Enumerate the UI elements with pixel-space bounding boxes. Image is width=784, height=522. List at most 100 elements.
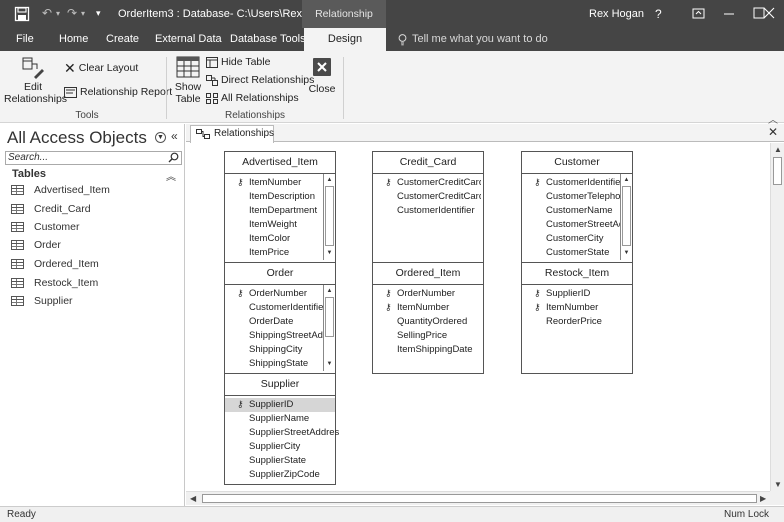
tell-me-search[interactable]: Tell me what you want to do [412,28,548,51]
field-item[interactable]: ItemDepartment [249,204,323,218]
scroll-thumb[interactable] [202,494,757,503]
table-box-credit-card[interactable]: Credit_Card ⚷ CustomerCreditCardN Custom… [372,151,484,263]
table-box-title[interactable]: Customer [522,152,632,174]
tab-file[interactable]: File [14,28,36,51]
scroll-down-icon[interactable]: ▼ [774,480,782,489]
field-item[interactable]: ReorderPrice [546,315,630,329]
table-box-customer[interactable]: Customer ⚷ CustomerIdentifie CustomerTel… [521,151,633,263]
field-item[interactable]: SupplierStreetAddres [249,426,339,440]
field-item[interactable]: ItemWeight [249,218,323,232]
ribbon-display-options-icon[interactable] [684,0,714,28]
section-collapse-icon[interactable]: ︽ [166,168,176,183]
field-item[interactable]: SupplierName [249,412,339,426]
tab-design[interactable]: Design [304,28,386,51]
field-item[interactable]: CustomerIdentifier [397,204,481,218]
all-relationships-button[interactable]: All Relationships [206,92,299,104]
nav-search-input[interactable]: Search... [5,151,182,165]
field-item[interactable]: ItemPrice [249,246,323,260]
field-item[interactable]: CustomerStreetAd [546,218,620,232]
relationships-canvas[interactable]: Advertised_Item ⚷ ItemNumber ItemDescrip… [186,143,770,491]
field-item[interactable]: CustomerIdentifie [546,176,620,190]
field-item[interactable]: CustomerCreditCardN [397,176,481,190]
field-item[interactable]: ItemColor [249,232,323,246]
nav-item-supplier[interactable]: Supplier [11,293,73,309]
vertical-scrollbar[interactable]: ▲ ▼ [770,143,784,491]
scroll-up-icon[interactable]: ▲ [774,145,782,154]
table-box-scrollbar[interactable]: ▲ ▼ [620,174,632,260]
field-item[interactable]: ItemNumber [546,301,630,315]
save-icon[interactable] [14,6,30,22]
search-icon[interactable] [168,152,179,163]
field-item[interactable]: CustomerName [546,204,620,218]
redo-icon[interactable]: ↷ [67,6,77,20]
table-box-supplier[interactable]: Supplier SupplierID ⚷ SupplierName Suppl… [224,373,339,485]
scroll-up-icon[interactable]: ▲ [622,175,631,185]
field-item[interactable]: SupplierZipCode [249,468,339,482]
field-item[interactable]: ItemNumber [397,301,481,315]
user-name[interactable]: Rex Hogan [589,8,644,20]
table-box-title[interactable]: Order [225,263,335,285]
table-box-order[interactable]: Order ⚷ OrderNumber CustomerIdentifie Or… [224,262,336,374]
scroll-thumb[interactable] [325,186,334,246]
tab-relationships[interactable]: Relationships [190,125,274,143]
field-item[interactable]: SupplierCity [249,440,339,454]
scroll-thumb[interactable] [622,186,631,246]
scroll-right-icon[interactable]: ▶ [760,494,766,503]
field-item[interactable]: SupplierState [249,454,339,468]
field-item[interactable]: CustomerIdentifie [249,301,323,315]
nav-item-order[interactable]: Order [11,237,61,253]
field-item[interactable]: OrderNumber [397,287,481,301]
table-box-title[interactable]: Supplier [225,374,335,396]
scroll-thumb[interactable] [773,157,782,185]
relationship-report-button[interactable]: Relationship Report [64,86,172,98]
tab-create[interactable]: Create [104,28,141,51]
field-item[interactable]: ItemNumber [249,176,323,190]
table-box-ordered-item[interactable]: Ordered_Item ⚷ ⚷ OrderNumber ItemNumber … [372,262,484,374]
table-box-title[interactable]: Advertised_Item [225,152,335,174]
help-button[interactable]: ? [655,7,662,21]
field-item[interactable]: SellingPrice [397,329,481,343]
field-item[interactable]: OrderDate [249,315,323,329]
scroll-up-icon[interactable]: ▲ [325,286,334,296]
customize-toolbar-icon[interactable]: ▾ [96,8,101,19]
nav-item-ordered-item[interactable]: Ordered_Item [11,256,99,272]
hide-table-button[interactable]: Hide Table [206,56,270,68]
field-item[interactable]: CustomerCity [546,232,620,246]
nav-item-advertised-item[interactable]: Advertised_Item [11,182,110,198]
nav-item-restock-item[interactable]: Restock_Item [11,275,98,291]
scroll-down-icon[interactable]: ▼ [325,248,334,258]
table-box-advertised-item[interactable]: Advertised_Item ⚷ ItemNumber ItemDescrip… [224,151,336,263]
field-item[interactable]: QuantityOrdered [397,315,481,329]
scroll-down-icon[interactable]: ▼ [622,248,631,258]
direct-relationships-button[interactable]: Direct Relationships [206,74,314,86]
scroll-down-icon[interactable]: ▼ [325,359,334,369]
nav-item-credit-card[interactable]: Credit_Card [11,201,91,217]
scroll-up-icon[interactable]: ▲ [325,175,334,185]
field-item[interactable]: ItemDescription [249,190,323,204]
show-table-button[interactable]: Show Table [172,55,204,105]
field-item[interactable]: ShippingState [249,357,323,371]
minimize-icon[interactable] [714,0,744,28]
horizontal-scrollbar[interactable]: ◀ ▶ [186,491,770,505]
close-window-icon[interactable] [754,0,784,28]
table-box-restock-item[interactable]: Restock_Item ⚷ ⚷ SupplierID ItemNumber R… [521,262,633,374]
field-item[interactable]: SupplierID [546,287,630,301]
field-item[interactable]: ShippingStreetAdd [249,329,323,343]
field-item[interactable]: OrderNumber [249,287,323,301]
field-item[interactable]: ShippingCity [249,343,323,357]
close-document-icon[interactable]: ✕ [768,125,778,139]
nav-pane-title[interactable]: All Access Objects [7,128,147,148]
table-box-title[interactable]: Credit_Card [373,152,483,174]
clear-layout-button[interactable]: ✕ Clear Layout [64,61,138,75]
redo-dropdown-icon[interactable]: ▾ [81,9,85,18]
shutter-bar-close-icon[interactable]: « [171,129,178,143]
nav-section-tables[interactable]: Tables [12,168,46,180]
close-relationships-button[interactable]: Close [306,57,338,95]
field-item[interactable]: CustomerCreditCardN [397,190,481,204]
undo-icon[interactable]: ↶ [42,6,52,20]
edit-relationships-button[interactable]: Edit Relationships [4,55,67,109]
tab-external-data[interactable]: External Data [153,28,224,51]
scroll-left-icon[interactable]: ◀ [190,494,196,503]
nav-pane-menu-icon[interactable]: ▼ [155,132,166,143]
tab-database-tools[interactable]: Database Tools [228,28,308,51]
